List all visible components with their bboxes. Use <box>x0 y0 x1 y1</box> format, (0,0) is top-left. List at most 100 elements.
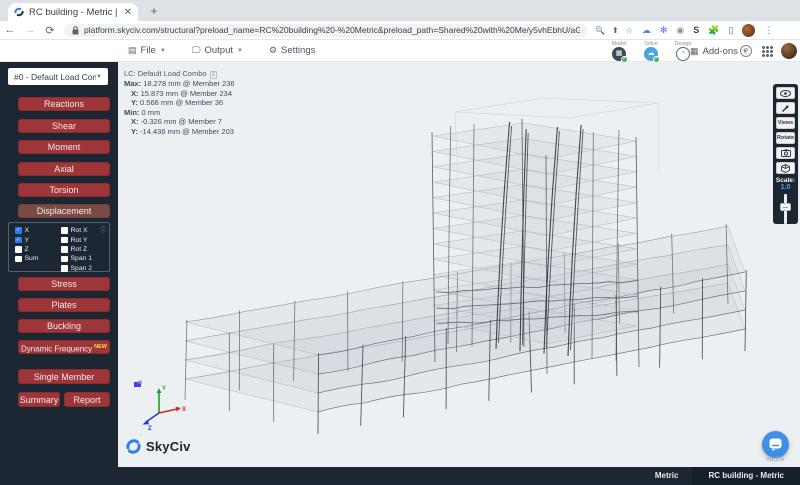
chevron-down-icon: ▼ <box>96 74 102 80</box>
unit-system-label[interactable]: Metric <box>641 467 693 485</box>
file-icon: ▤ <box>128 45 137 56</box>
output-menu[interactable]: 🖵 Output▼ <box>192 45 243 56</box>
displacement-button[interactable]: Displacement <box>18 204 110 218</box>
checkbox-checked-icon[interactable]: ✓ <box>15 237 22 244</box>
moment-button[interactable]: Moment <box>18 140 110 154</box>
checkbox-unchecked-icon[interactable] <box>61 227 68 234</box>
checkbox-label: Span 2 <box>71 265 93 272</box>
addons-grid-icon: ▦ <box>690 46 699 57</box>
dynamic-frequency-button[interactable]: Dynamic FrequencyNEW <box>18 340 110 354</box>
chat-bubble-button[interactable] <box>762 431 789 458</box>
tab-title: RC building - Metric | SkyCiv <box>29 7 120 18</box>
file-menu[interactable]: ▤ File▼ <box>128 45 166 56</box>
reactions-button[interactable]: Reactions <box>18 97 110 111</box>
checkbox-unchecked-icon[interactable] <box>61 246 68 253</box>
result-axis-checkbox-span-2[interactable]: Span 2 <box>61 264 92 273</box>
scale-slider-knob[interactable] <box>780 203 791 211</box>
gear-icon: ⚙ <box>269 45 277 56</box>
brush-icon <box>781 104 791 112</box>
back-icon[interactable]: ← <box>0 24 20 36</box>
checkbox-label: Span 1 <box>71 255 93 262</box>
checkbox-label: X <box>25 227 30 234</box>
chat-icon <box>769 438 782 451</box>
displacement-options-panel: ✓X✓YZSum Rot XRot YRot ZSpan 1Span 2 ⓘ <box>8 222 110 272</box>
rotate-button[interactable]: Rotate <box>776 132 795 144</box>
new-tab-button[interactable]: + <box>146 4 162 20</box>
app-header: ▤ File▼ 🖵 Output▼ ⚙ Settings Model ▦✓ So… <box>0 40 800 62</box>
renderer-button[interactable] <box>776 162 795 174</box>
summary-button[interactable]: Summary <box>18 392 60 407</box>
visibility-button[interactable] <box>776 87 795 99</box>
y-axis-label: Y <box>162 386 166 392</box>
result-axis-checkbox-x[interactable]: ✓X <box>15 226 38 235</box>
pin-icon[interactable]: ≡ <box>210 71 218 79</box>
result-axis-checkbox-rot-x[interactable]: Rot X <box>61 226 92 235</box>
scale-label: Scale: <box>773 177 798 184</box>
help-icon[interactable]: ? <box>740 45 752 57</box>
extension-circle-icon[interactable]: ◉ <box>676 26 684 35</box>
shear-button[interactable]: Shear <box>18 119 110 133</box>
step-model[interactable]: Model ▦✓ <box>608 41 630 61</box>
info-icon[interactable]: ⓘ <box>100 225 106 234</box>
buckling-button[interactable]: Buckling <box>18 319 110 333</box>
torsion-button[interactable]: Torsion <box>18 183 110 197</box>
account-avatar[interactable] <box>781 43 797 59</box>
bookmark-star-icon[interactable]: ☆ <box>626 26 633 35</box>
side-panel-icon[interactable]: ▯ <box>728 26 733 35</box>
results-summary: LC: Default Load Combo≡ Max: 18.278 mm @… <box>124 69 235 137</box>
single-member-button[interactable]: Single Member <box>18 369 110 384</box>
results-sidebar: #0 - Default Load Combo ▼ Reactions Shea… <box>0 62 118 467</box>
settings-menu[interactable]: ⚙ Settings <box>269 45 315 56</box>
checkbox-unchecked-icon[interactable] <box>15 256 22 263</box>
z-axis-label: Z <box>148 426 152 432</box>
model-viewport[interactable]: LC: Default Load Combo≡ Max: 18.278 mm @… <box>118 62 800 467</box>
reload-icon[interactable]: ⟳ <box>40 24 60 37</box>
x-axis-label: X <box>182 407 186 413</box>
extension-cloud-icon[interactable]: ☁ <box>642 26 651 35</box>
result-axis-checkbox-rot-z[interactable]: Rot Z <box>61 245 92 254</box>
result-axis-checkbox-z[interactable]: Z <box>15 245 38 254</box>
checkbox-unchecked-icon[interactable] <box>61 256 68 263</box>
app-version: v5.7.5 <box>704 456 784 463</box>
browser-menu-icon[interactable]: ⋮ <box>764 26 773 35</box>
browser-tab[interactable]: RC building - Metric | SkyCiv ✕ <box>8 3 138 21</box>
apps-grid-icon[interactable] <box>762 46 773 57</box>
checkbox-unchecked-icon[interactable] <box>61 237 68 244</box>
browser-profile-avatar[interactable] <box>742 24 755 37</box>
step-solve[interactable]: Solve ☁✓ <box>640 41 662 61</box>
extension-pinwheel-icon[interactable]: ✻ <box>660 26 668 35</box>
skyciv-logo-icon <box>125 438 142 455</box>
checkbox-label: Rot Y <box>71 237 88 244</box>
checkbox-label: Y <box>25 237 30 244</box>
screenshot-button[interactable] <box>776 147 795 159</box>
checkbox-checked-icon[interactable]: ✓ <box>15 227 22 234</box>
axial-button[interactable]: Axial <box>18 162 110 176</box>
checkbox-unchecked-icon[interactable] <box>15 246 22 253</box>
skyciv-logo: SkyCiv <box>125 438 191 455</box>
render-cube-icon <box>781 164 790 173</box>
skyciv-favicon-icon <box>14 7 24 17</box>
stress-button[interactable]: Stress <box>18 277 110 291</box>
scale-slider[interactable] <box>784 194 787 224</box>
tab-close-icon[interactable]: ✕ <box>124 7 132 18</box>
result-axis-checkbox-span-1[interactable]: Span 1 <box>61 254 92 263</box>
result-axis-checkbox-y[interactable]: ✓Y <box>15 235 38 244</box>
url-field[interactable]: platform.skyciv.com/structural?preload_n… <box>64 24 588 37</box>
result-axis-checkbox-rot-y[interactable]: Rot Y <box>61 235 92 244</box>
views-button[interactable]: Views <box>776 117 795 129</box>
browser-tab-strip: RC building - Metric | SkyCiv ✕ + <box>0 0 800 21</box>
result-axis-checkbox-sum[interactable]: Sum <box>15 254 38 263</box>
checkbox-unchecked-icon[interactable] <box>61 265 68 272</box>
report-button[interactable]: Report <box>64 392 110 407</box>
share-icon[interactable]: ⬆ <box>612 26 619 35</box>
lock-icon <box>72 26 79 35</box>
plates-button[interactable]: Plates <box>18 298 110 312</box>
appearance-button[interactable] <box>776 102 795 114</box>
chevron-down-icon: ▼ <box>160 48 166 54</box>
extension-s-icon[interactable]: S <box>693 26 699 35</box>
skyciv-logo-text: SkyCiv <box>146 439 191 454</box>
load-combo-select[interactable]: #0 - Default Load Combo ▼ <box>8 68 108 85</box>
zoom-icon[interactable]: 🔍 <box>595 26 605 35</box>
forward-icon[interactable]: → <box>20 24 40 36</box>
extensions-puzzle-icon[interactable]: 🧩 <box>708 26 719 35</box>
